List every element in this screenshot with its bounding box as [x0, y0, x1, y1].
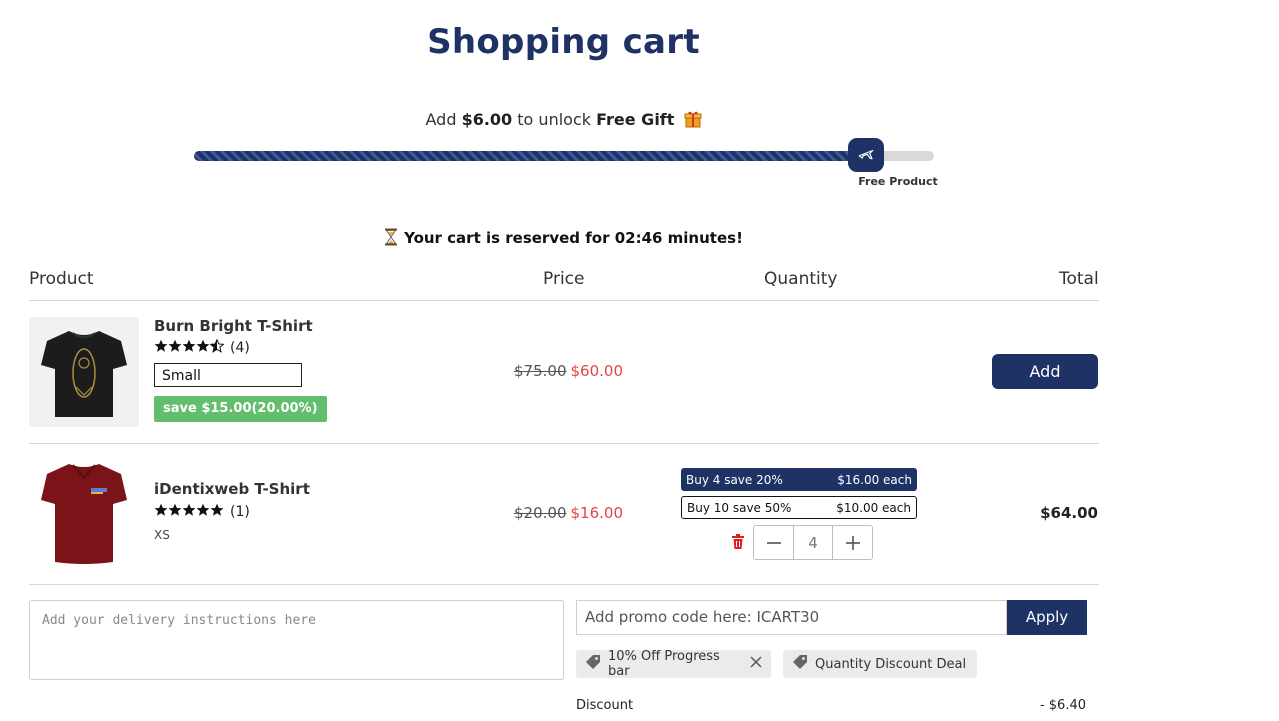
discount-chip-label: Quantity Discount Deal: [815, 656, 967, 672]
quantity-stepper[interactable]: 4: [753, 525, 873, 560]
free-gift-middle: to unlock: [517, 110, 592, 129]
product-name[interactable]: iDentixweb T-Shirt: [154, 480, 310, 498]
free-gift-progress-bar: [194, 151, 934, 161]
cart-reservation-timer: Your cart is reserved for 02:46 minutes!: [0, 228, 1127, 247]
promo-code-input[interactable]: Add promo code here: ICART30: [576, 600, 1007, 635]
delivery-instructions-input[interactable]: Add your delivery instructions here: [29, 600, 564, 680]
header-product: Product: [29, 269, 94, 289]
review-count: (1): [230, 504, 250, 520]
discount-chip: 10% Off Progress bar: [576, 649, 771, 679]
airplane-icon: [848, 138, 884, 172]
product-name[interactable]: Burn Bright T-Shirt: [154, 317, 313, 335]
page-title: Shopping cart: [427, 22, 700, 62]
original-price: $75.00: [514, 362, 567, 380]
discount-chip-label: 10% Off Progress bar: [608, 649, 720, 679]
divider: [29, 584, 1099, 585]
save-badge: save $15.00(20.00%): [154, 396, 327, 422]
close-icon[interactable]: [750, 656, 762, 672]
tier-price: $10.00 each: [836, 500, 911, 515]
sale-price: $16.00: [570, 504, 624, 522]
variant-select[interactable]: Small: [154, 363, 302, 387]
variant-label: XS: [154, 528, 170, 542]
product-image[interactable]: [29, 460, 139, 570]
sale-price: $60.00: [570, 362, 624, 380]
tag-icon: [792, 654, 808, 674]
free-gift-message: Add $6.00 to unlock Free Gift: [0, 110, 1127, 129]
original-price: $20.00: [514, 504, 567, 522]
reservation-text: Your cart is reserved for 02:46 minutes!: [404, 229, 743, 247]
product-price: $20.00 $16.00: [514, 504, 623, 522]
product-price: $75.00 $60.00: [514, 362, 623, 380]
tier-price: $16.00 each: [837, 472, 912, 487]
star-rating-icon: [154, 503, 224, 521]
quantity-value[interactable]: 4: [793, 526, 833, 559]
divider: [29, 300, 1099, 301]
product-rating: (1): [154, 503, 250, 521]
divider: [29, 443, 1099, 444]
progress-fill: [194, 151, 860, 161]
header-price: Price: [543, 269, 585, 289]
free-gift-reward: Free Gift: [596, 110, 675, 129]
discount-chip: Quantity Discount Deal: [783, 650, 977, 678]
quantity-tier-option[interactable]: Buy 4 save 20% $16.00 each: [681, 468, 917, 491]
tier-label: Buy 4 save 20%: [686, 472, 783, 487]
product-rating: (4): [154, 339, 250, 357]
discount-value: - $6.40: [1039, 698, 1086, 713]
gift-icon: [684, 110, 702, 128]
tag-icon: [585, 654, 601, 674]
tier-label: Buy 10 save 50%: [687, 500, 792, 515]
hourglass-icon: [384, 228, 398, 246]
milestone-label: Free Product: [858, 175, 938, 188]
header-quantity: Quantity: [764, 269, 838, 289]
add-to-cart-button[interactable]: Add: [992, 354, 1098, 389]
free-gift-prefix: Add: [425, 110, 457, 129]
minus-icon[interactable]: [754, 526, 793, 559]
star-rating-icon: [154, 339, 224, 357]
header-total: Total: [1059, 269, 1099, 289]
apply-promo-button[interactable]: Apply: [1007, 600, 1087, 635]
line-total: $64.00: [1040, 504, 1098, 522]
product-image[interactable]: [29, 317, 139, 427]
discount-label: Discount: [576, 698, 634, 713]
review-count: (4): [230, 340, 250, 356]
trash-icon[interactable]: [731, 534, 745, 554]
plus-icon[interactable]: [833, 526, 872, 559]
quantity-tier-option[interactable]: Buy 10 save 50% $10.00 each: [681, 496, 917, 519]
free-gift-amount: $6.00: [461, 110, 513, 129]
